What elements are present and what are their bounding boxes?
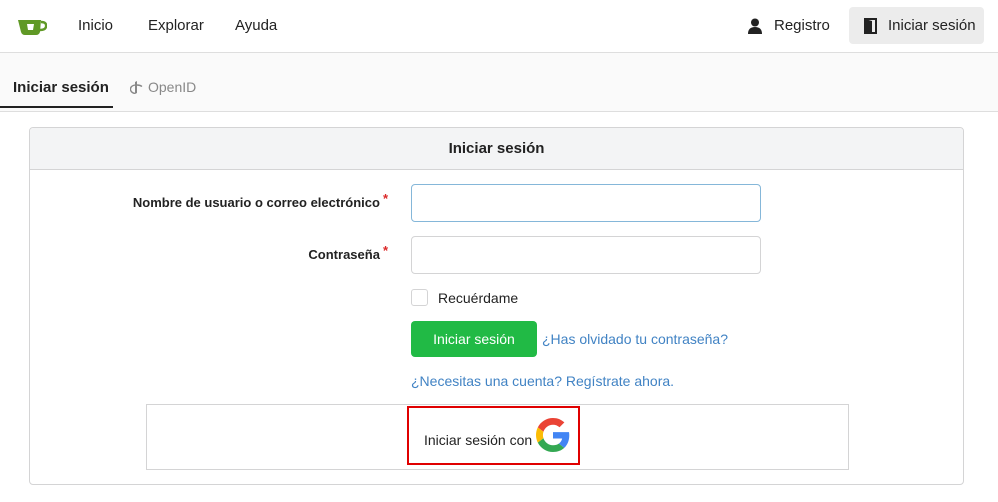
oauth-signin-label: Iniciar sesión con [424, 432, 533, 448]
nav-link-inicio[interactable]: Inicio [78, 17, 113, 34]
register-account-link[interactable]: ¿Necesitas una cuenta? Regístrate ahora. [411, 373, 674, 389]
gitea-logo-icon[interactable] [17, 15, 47, 37]
required-mark: * [382, 243, 388, 258]
signin-form-title: Iniciar sesión [30, 128, 963, 170]
password-input[interactable] [411, 236, 761, 274]
user-icon [748, 18, 762, 34]
required-mark: * [382, 191, 388, 206]
google-icon[interactable] [536, 418, 570, 452]
nav-link-ayuda[interactable]: Ayuda [235, 17, 277, 34]
top-navbar: Inicio Explorar Ayuda Registro Iniciar s… [0, 0, 998, 53]
tab-signin[interactable]: Iniciar sesión [0, 53, 113, 108]
tab-openid[interactable]: OpenID [130, 79, 196, 95]
nav-signin-label: Iniciar sesión [888, 17, 976, 34]
password-label: Contraseña * [30, 243, 388, 262]
tab-openid-label: OpenID [148, 79, 197, 95]
remember-me-label: Recuérdame [438, 289, 519, 306]
nav-signin-button[interactable]: Iniciar sesión [849, 7, 984, 44]
forgot-password-link[interactable]: ¿Has olvidado tu contraseña? [542, 331, 728, 347]
username-input[interactable] [411, 184, 761, 222]
sign-in-icon [864, 17, 877, 34]
openid-icon [130, 80, 143, 94]
username-label: Nombre de usuario o correo electrónico * [30, 191, 388, 210]
oauth-providers-box: Iniciar sesión con [146, 404, 849, 470]
password-label-text: Contraseña [308, 247, 380, 262]
signin-tabs-bar: Iniciar sesión OpenID [0, 53, 998, 112]
signin-submit-button[interactable]: Iniciar sesión [411, 321, 537, 357]
remember-me[interactable]: Recuérdame [411, 289, 518, 306]
register-link-label: Registro [774, 17, 830, 34]
nav-link-explorar[interactable]: Explorar [148, 17, 204, 34]
username-label-text: Nombre de usuario o correo electrónico [132, 195, 380, 210]
register-link[interactable]: Registro [748, 17, 830, 34]
signin-form-card: Iniciar sesión Nombre de usuario o corre… [29, 127, 964, 485]
remember-me-checkbox[interactable] [411, 289, 428, 306]
